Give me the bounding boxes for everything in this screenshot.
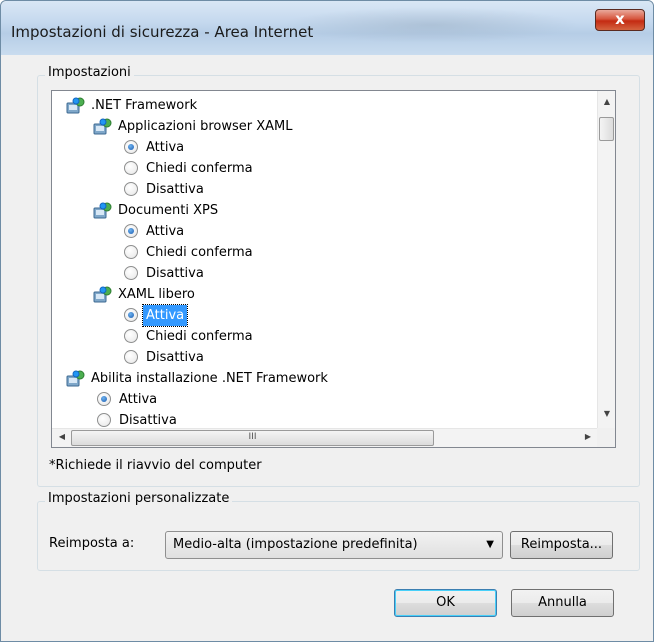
radio-icon[interactable] (97, 413, 111, 427)
tree-item-label: XAML libero (118, 287, 195, 302)
cancel-button[interactable]: Annulla (511, 589, 614, 617)
scrollbar-corner (597, 428, 615, 447)
reset-button-label: Reimposta... (520, 537, 603, 552)
vertical-scroll-thumb[interactable] (599, 117, 614, 141)
tree-item-label: Attiva (119, 392, 158, 407)
title-bar[interactable]: Impostazioni di sicurezza - Area Interne… (1, 1, 653, 55)
dotnet-setting-icon (93, 118, 113, 136)
scroll-right-icon[interactable]: ▶ (579, 432, 597, 441)
tree-item-label: Abilita installazione .NET Framework (91, 371, 328, 386)
tree-item-label: Applicazioni browser XAML (118, 119, 293, 134)
scroll-up-icon[interactable]: ▲ (598, 97, 616, 106)
settings-tree[interactable]: .NET Framework Applicazioni browser XAML A… (51, 90, 616, 448)
dotnet-setting-icon (66, 370, 86, 388)
radio-icon[interactable] (124, 224, 138, 238)
chevron-down-icon: ▼ (486, 539, 494, 550)
tree-item-label: Disattiva (146, 350, 204, 365)
tree-item-label: Chiedi conferma (146, 161, 253, 176)
dotnet-setting-icon (66, 97, 86, 115)
scroll-left-icon[interactable]: ◀ (53, 432, 71, 441)
restart-note: *Richiede il riavvio del computer (49, 458, 262, 473)
horizontal-scroll-thumb[interactable]: III (71, 430, 434, 446)
scroll-down-icon[interactable]: ▼ (598, 409, 616, 418)
title-bar-glow (281, 7, 581, 43)
radio-icon[interactable] (97, 392, 111, 406)
security-settings-dialog: Impostazioni di sicurezza - Area Interne… (0, 0, 654, 642)
settings-tree-content: .NET Framework Applicazioni browser XAML A… (52, 91, 597, 428)
ok-button-label: OK (436, 595, 455, 610)
tree-item-label: Chiedi conferma (146, 245, 253, 260)
vertical-scrollbar[interactable]: ▲ ▼ (597, 91, 615, 428)
radio-icon[interactable] (124, 182, 138, 196)
close-button[interactable]: x (595, 9, 645, 31)
settings-group-title: Impostazioni (45, 65, 134, 80)
radio-icon[interactable] (124, 245, 138, 259)
horizontal-scrollbar[interactable]: ◀ III ▶ (52, 428, 597, 447)
tree-item-label: Documenti XPS (118, 203, 219, 218)
dotnet-setting-icon (93, 202, 113, 220)
close-icon: x (615, 10, 625, 28)
reset-level-value: Medio-alta (impostazione predefinita) (173, 537, 418, 552)
tree-item-label: Disattiva (146, 266, 204, 281)
dotnet-setting-icon (93, 286, 113, 304)
radio-icon[interactable] (124, 140, 138, 154)
tree-item-label: Attiva (141, 304, 189, 327)
radio-icon[interactable] (124, 266, 138, 280)
tree-item-label: Disattiva (119, 413, 177, 428)
reset-level-select[interactable]: Medio-alta (impostazione predefinita) ▼ (165, 531, 503, 559)
tree-item-label: Attiva (146, 224, 185, 239)
window-title: Impostazioni di sicurezza - Area Interne… (11, 23, 314, 41)
ok-button[interactable]: OK (394, 589, 497, 617)
radio-icon[interactable] (124, 161, 138, 175)
tree-item-label: Disattiva (146, 182, 204, 197)
tree-item-label: Attiva (146, 140, 185, 155)
radio-icon[interactable] (124, 350, 138, 364)
tree-item-label: Chiedi conferma (146, 329, 253, 344)
radio-icon[interactable] (124, 329, 138, 343)
scroll-grip: III (248, 432, 257, 442)
reset-to-label: Reimposta a: (49, 536, 135, 551)
radio-icon[interactable] (124, 308, 138, 322)
custom-settings-title: Impostazioni personalizzate (45, 491, 233, 506)
cancel-button-label: Annulla (538, 595, 587, 610)
reset-button[interactable]: Reimposta... (510, 531, 613, 559)
tree-item-label: .NET Framework (91, 98, 198, 113)
